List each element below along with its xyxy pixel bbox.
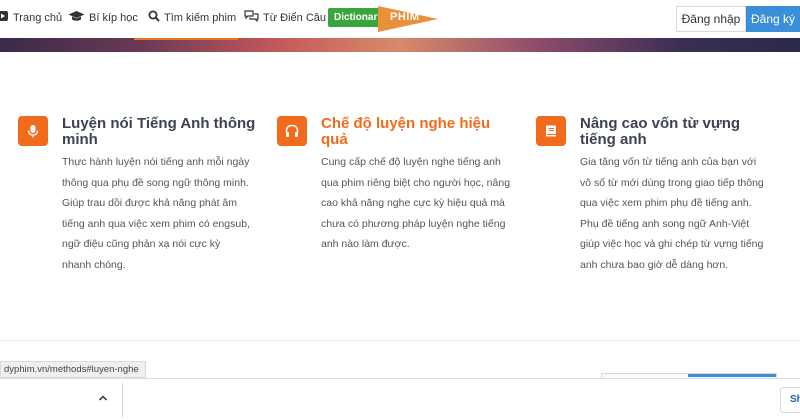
chat-bubbles-icon [244, 10, 259, 25]
feature-title[interactable]: Chế độ luyện nghe hiệu quả [321, 116, 511, 148]
download-bar: Sh [0, 378, 800, 420]
nav-search-label: Tìm kiếm phim [164, 11, 237, 24]
microphone-icon [18, 116, 48, 146]
hero-banner [0, 38, 800, 52]
graduation-cap-icon [68, 10, 85, 25]
feature-description: Cung cấp chế độ luyện nghe tiếng anh qua… [321, 156, 511, 250]
play-icon [0, 10, 9, 25]
site-logo[interactable]: PHIM [378, 6, 438, 37]
card-accent-bar [688, 374, 776, 377]
register-button[interactable]: Đăng ký [746, 6, 800, 32]
status-url: dyphim.vn/methods#luyen-nghe [0, 361, 146, 378]
active-nav-underline [134, 38, 238, 40]
logo-text: PHIM [390, 11, 420, 23]
nav-search[interactable]: Tìm kiếm phim [148, 10, 236, 25]
nav-dictionary[interactable]: Từ Điển Câu [244, 10, 326, 25]
feature-title: Nâng cao vốn từ vựng tiếng anh [580, 115, 741, 148]
show-all-button[interactable]: Sh [780, 387, 800, 413]
feature-title: Luyện nói Tiếng Anh thông minh [62, 115, 256, 148]
download-separator [122, 383, 123, 417]
nav-home[interactable]: Trang chủ [0, 10, 62, 25]
headphones-icon [277, 116, 307, 146]
top-navigation: Trang chủ Bí kíp học Tìm kiếm phim Từ Đi… [0, 0, 800, 38]
feature-description: Thực hành luyện nói tiếng anh mỗi ngày t… [62, 156, 250, 271]
section-divider [0, 340, 800, 341]
feature-description: Gia tăng vốn từ tiếng anh của bạn với vô… [580, 156, 764, 271]
nav-tips-label: Bí kíp học [89, 11, 138, 24]
chevron-up-icon[interactable] [97, 392, 109, 404]
nav-home-label: Trang chủ [13, 11, 63, 24]
nav-tips[interactable]: Bí kíp học [68, 10, 138, 25]
book-icon [536, 116, 566, 146]
nav-dictionary-label: Từ Điển Câu [263, 11, 326, 24]
search-icon [148, 10, 160, 25]
login-button[interactable]: Đăng nhập [676, 6, 746, 32]
